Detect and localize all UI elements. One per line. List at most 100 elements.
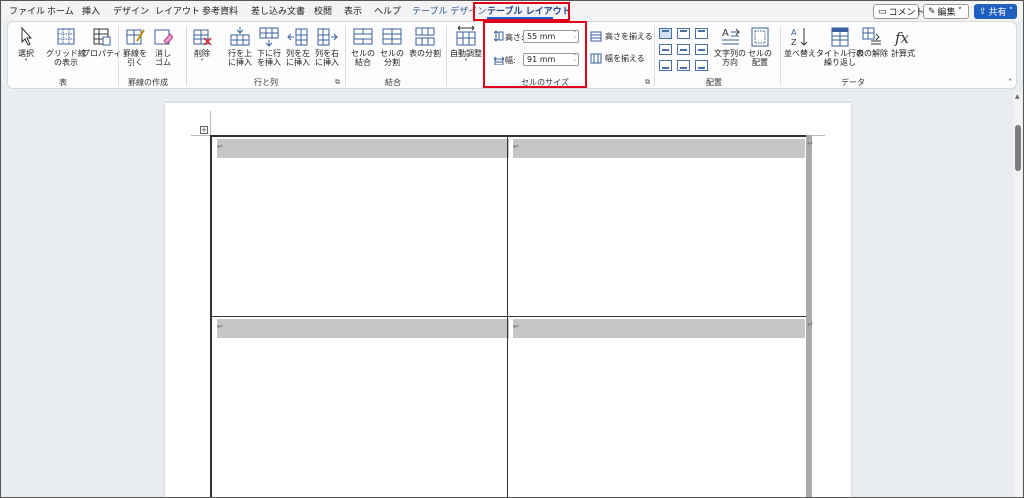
tab-home[interactable]: ホーム: [47, 4, 74, 17]
scrollbar-thumb[interactable]: [1015, 125, 1021, 171]
vertical-scrollbar[interactable]: ▲: [1013, 91, 1023, 497]
svg-text:A: A: [791, 28, 797, 37]
group-separator: [446, 26, 447, 86]
align-center-left-icon[interactable]: [659, 44, 672, 55]
tab-file[interactable]: ファイル: [9, 4, 45, 17]
svg-text:fx: fx: [894, 29, 910, 47]
group-label-alignment: 配置: [706, 78, 722, 87]
group-separator: [780, 26, 781, 86]
tab-insert[interactable]: 挿入: [82, 4, 100, 17]
tab-design[interactable]: デザイン: [113, 4, 149, 17]
scroll-up-icon[interactable]: ▲: [1015, 93, 1020, 100]
merge-cells-button[interactable]: セルの 結合: [351, 26, 375, 67]
share-icon: ⇪: [979, 6, 987, 17]
table-cell[interactable]: ↵: [211, 136, 509, 317]
align-bottom-center-icon[interactable]: [677, 60, 690, 71]
delete-button[interactable]: 削除 ˅: [192, 26, 212, 67]
align-center-right-icon[interactable]: [695, 44, 708, 55]
cell-margins-icon: [751, 27, 769, 47]
chevron-down-icon: ˅: [1008, 6, 1014, 17]
cell-margins-button[interactable]: セルの 配置: [748, 26, 772, 67]
distribute-columns-icon: [590, 53, 602, 64]
select-button[interactable]: 選択 ˅: [16, 26, 36, 67]
draw-table-button[interactable]: 罫線を 引く: [123, 26, 147, 67]
table-properties-icon: [93, 28, 111, 46]
table-move-handle-icon[interactable]: +: [200, 126, 208, 134]
repeat-header-icon: [831, 27, 849, 47]
group-label-rows-columns: 行と列: [254, 78, 278, 87]
tab-layout[interactable]: レイアウト: [155, 4, 200, 17]
comment-button[interactable]: ▭ コメント: [873, 4, 925, 19]
cursor-icon: [21, 26, 33, 46]
align-top-left-icon[interactable]: [659, 28, 672, 39]
group-separator: [186, 26, 187, 86]
insert-above-button[interactable]: 行を上 に挿入: [228, 26, 252, 67]
pencil-icon: ✎: [928, 6, 936, 17]
align-bottom-right-icon[interactable]: [695, 60, 708, 71]
paragraph-mark: ↵: [513, 142, 520, 151]
paragraph-mark: ↵: [217, 142, 224, 151]
insert-column-right-icon: [317, 28, 338, 46]
tab-mailings[interactable]: 差し込み文書: [251, 4, 305, 17]
chevron-down-icon: ˅: [24, 58, 28, 67]
group-label-merge: 結合: [385, 78, 401, 87]
table-cell[interactable]: ↵: [211, 316, 509, 497]
insert-row-above-icon: [230, 27, 250, 46]
table-right-shading: [806, 135, 812, 497]
formula-button[interactable]: fx 計算式: [891, 26, 915, 58]
share-button[interactable]: ⇪ 共有 ˅: [974, 4, 1017, 19]
svg-text:Z: Z: [791, 38, 797, 47]
label-table[interactable]: ↵ ↵ ↵ ↵: [210, 135, 807, 497]
distribute-rows-button[interactable]: 高さを揃える: [590, 31, 653, 42]
split-cells-button[interactable]: セルの 分割: [380, 26, 404, 67]
split-table-button[interactable]: 表の分割: [409, 26, 441, 58]
tab-references[interactable]: 参考資料: [202, 4, 238, 17]
cell-shading: [217, 319, 509, 338]
align-bottom-left-icon[interactable]: [659, 60, 672, 71]
paragraph-mark: ↵: [513, 322, 520, 331]
edit-mode-button[interactable]: ✎ 編集 ˅: [923, 4, 969, 19]
eraser-button[interactable]: 消し ゴム: [153, 26, 173, 67]
insert-below-button[interactable]: 下に行 を挿入: [257, 26, 281, 67]
insert-right-button[interactable]: 列を右 に挿入: [315, 26, 339, 67]
split-table-icon: [415, 27, 435, 46]
table-cell[interactable]: ↵: [507, 136, 807, 317]
chevron-down-icon: ˅: [957, 6, 963, 17]
collapse-ribbon-icon[interactable]: ˄: [1008, 78, 1012, 87]
align-center-icon[interactable]: [677, 44, 690, 55]
distribute-rows-icon: [590, 31, 602, 42]
cell-shading: [217, 139, 509, 158]
dialog-launcher-icon[interactable]: ⧉: [645, 78, 650, 87]
end-of-row-mark: ↵: [807, 139, 814, 148]
word-window: ファイル ホーム 挿入 デザイン レイアウト 参考資料 差し込み文書 校閲 表示…: [0, 0, 1024, 498]
tab-view[interactable]: 表示: [344, 4, 362, 17]
text-direction-icon: A: [722, 28, 740, 45]
group-separator: [345, 26, 346, 86]
group-separator: [654, 26, 655, 86]
eraser-icon: [154, 29, 173, 45]
align-top-center-icon[interactable]: [677, 28, 690, 39]
table-cell[interactable]: ↵: [507, 316, 807, 497]
cell-shading: [513, 319, 805, 338]
draw-table-icon: [126, 29, 145, 45]
tab-help[interactable]: ヘルプ: [374, 4, 401, 17]
convert-to-text-button[interactable]: 表の解除: [856, 26, 888, 58]
insert-row-below-icon: [259, 27, 279, 47]
end-of-row-mark: ↵: [807, 320, 814, 329]
distribute-columns-button[interactable]: 幅を揃える: [590, 53, 645, 64]
sort-button[interactable]: AZ 並べ替え: [784, 26, 816, 58]
dialog-launcher-icon[interactable]: ⧉: [335, 78, 340, 87]
delete-table-icon: [193, 29, 212, 46]
align-top-right-icon[interactable]: [695, 28, 708, 39]
merge-cells-icon: [353, 28, 373, 45]
group-separator: [118, 26, 119, 86]
group-label-draw: 罫線の作成: [128, 78, 168, 87]
text-direction-button[interactable]: A 文字列の 方向: [714, 26, 746, 67]
view-gridlines-button[interactable]: グリッド線 の表示: [46, 26, 86, 67]
autofit-button[interactable]: 自動調整 ˅: [450, 26, 482, 67]
insert-left-button[interactable]: 列を左 に挿入: [286, 26, 310, 67]
properties-button[interactable]: プロパティ: [82, 26, 122, 58]
gridlines-icon: [57, 28, 75, 45]
tab-review[interactable]: 校閲: [314, 4, 332, 17]
page-guide-line: [210, 111, 211, 135]
